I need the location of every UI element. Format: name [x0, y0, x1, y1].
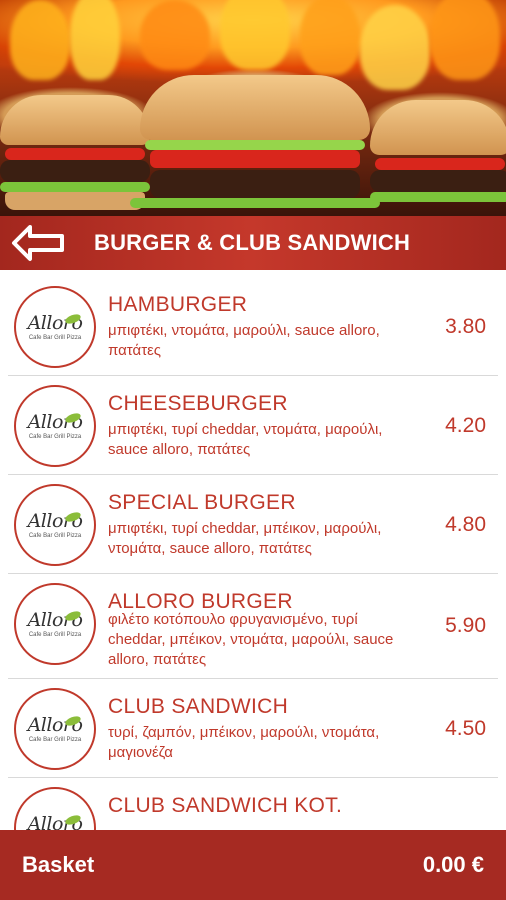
menu-item[interactable]: Alloro Cafe Bar Grill Pizza CLUB SANDWIC… [8, 778, 498, 830]
item-name: SPECIAL BURGER [108, 491, 296, 514]
burger-bun [140, 75, 370, 140]
menu-list[interactable]: Alloro Cafe Bar Grill Pizza HAMBURGER μπ… [0, 277, 506, 830]
item-description: μπιφτέκι, τυρί cheddar, μπέικον, μαρούλι… [108, 520, 382, 557]
burger-tomato [150, 150, 360, 168]
logo-tagline: Cafe Bar Grill Pizza [28, 334, 82, 341]
arrow-left-icon [12, 225, 64, 261]
burger-lettuce [145, 140, 365, 150]
menu-item[interactable]: Alloro Cafe Bar Grill Pizza CHEESEBURGER… [8, 376, 498, 475]
burger-patty [0, 160, 150, 182]
flame-decoration [220, 0, 290, 70]
leaf-icon [65, 815, 81, 825]
alloro-logo: Alloro Cafe Bar Grill Pizza [14, 583, 96, 665]
leaf-icon [65, 716, 81, 726]
leaf-icon [65, 314, 81, 324]
menu-item[interactable]: Alloro Cafe Bar Grill Pizza CLUB SANDWIC… [8, 679, 498, 778]
item-name: CHEESEBURGER [108, 392, 288, 415]
alloro-logo: Alloro Cafe Bar Grill Pizza [14, 286, 96, 368]
page-title: BURGER & CLUB SANDWICH [94, 230, 411, 255]
logo-tagline: Cafe Bar Grill Pizza [28, 631, 82, 638]
item-price: 4.80 [445, 513, 486, 536]
basket-label: Basket [22, 852, 95, 877]
item-price: 3.80 [445, 315, 486, 338]
item-name: CLUB SANDWICH [108, 695, 289, 718]
alloro-logo: Alloro Cafe Bar Grill Pizza [14, 385, 96, 467]
alloro-logo: Alloro Cafe Bar Grill Pizza [14, 484, 96, 566]
item-description: μπιφτέκι, τυρί cheddar, ντομάτα, μαρούλι… [108, 421, 383, 458]
item-price: 4.20 [445, 414, 486, 437]
item-description: φιλέτο κοτόπουλο φρυγανισμένο, τυρί ched… [108, 611, 394, 668]
burger-patty [150, 170, 360, 198]
item-price: 5.90 [445, 614, 486, 637]
burger-bun [0, 95, 150, 145]
burger-bun [5, 192, 145, 210]
leaf-icon [65, 611, 81, 621]
flame-decoration [140, 0, 210, 70]
flame-decoration [300, 0, 360, 75]
item-name: HAMBURGER [108, 293, 248, 316]
menu-item[interactable]: Alloro Cafe Bar Grill Pizza SPECIAL BURG… [8, 475, 498, 574]
category-header: BURGER & CLUB SANDWICH [0, 216, 506, 270]
item-name: CLUB SANDWICH KOT. [108, 794, 343, 817]
logo-tagline: Cafe Bar Grill Pizza [28, 532, 82, 539]
leaf-icon [65, 413, 81, 423]
burger-lettuce [130, 198, 380, 208]
hero-image-burgers [0, 0, 506, 216]
burger-lettuce [370, 192, 506, 202]
back-button[interactable] [8, 222, 68, 264]
burger-lettuce [0, 182, 150, 192]
basket-total: 0.00 € [422, 852, 484, 877]
burger-tomato [375, 158, 505, 170]
item-description: μπιφτέκι, ντομάτα, μαρούλι, sauce alloro… [108, 322, 380, 359]
flame-decoration [70, 0, 120, 80]
basket-bar[interactable]: Basket 0.00 € [0, 830, 506, 900]
logo-tagline: Cafe Bar Grill Pizza [28, 736, 82, 743]
item-price: 4.50 [445, 717, 486, 740]
flame-decoration [430, 0, 500, 80]
menu-item[interactable]: Alloro Cafe Bar Grill Pizza ALLORO BURGE… [8, 574, 498, 679]
flame-decoration [360, 5, 430, 90]
item-description: τυρί, ζαμπόν, μπέικον, μαρούλι, ντομάτα,… [108, 724, 380, 761]
burger-bun [370, 100, 506, 155]
flame-decoration [10, 0, 70, 80]
burger-patty [370, 170, 506, 192]
burger-tomato [5, 148, 145, 160]
logo-tagline: Cafe Bar Grill Pizza [28, 433, 82, 440]
menu-item[interactable]: Alloro Cafe Bar Grill Pizza HAMBURGER μπ… [8, 277, 498, 376]
leaf-icon [65, 512, 81, 522]
alloro-logo: Alloro Cafe Bar Grill Pizza [14, 688, 96, 770]
alloro-logo: Alloro Cafe Bar Grill Pizza [14, 787, 96, 830]
